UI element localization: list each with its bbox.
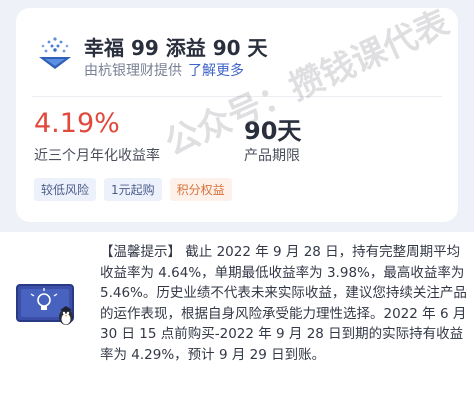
learn-more-link[interactable]: 了解更多 [188, 63, 244, 79]
term-value: 90天 [244, 117, 302, 145]
tips-text: 【温馨提示】 截止 2022 年 9 月 28 日，持有完整周期平均收益率为 4… [100, 244, 467, 363]
min-purchase-tag: 1元起购 [104, 178, 162, 201]
watermark: 公众号：攒钱课代表 [159, 2, 456, 164]
yield-rate-value: 4.19% [34, 108, 120, 139]
risk-tag: 较低风险 [34, 178, 97, 201]
provider-row: 由杭银理财提供 了解更多 [84, 60, 244, 80]
tips-panel: 【温馨提示】 截止 2022 年 9 月 28 日，持有完整周期平均收益率为 4… [0, 232, 474, 400]
tag-row: 较低风险 1元起购 积分权益 [34, 178, 232, 201]
yield-rate-label: 近三个月年化收益率 [34, 148, 160, 164]
provider-text: 由杭银理财提供 [84, 63, 182, 79]
product-card[interactable]: 幸福 99 添益 90 天 由杭银理财提供 了解更多 4.19% 近三个月年化收益… [16, 3, 458, 222]
term-label: 产品期限 [244, 148, 300, 164]
chalkboard-lightbulb-icon [16, 284, 74, 325]
points-tag: 积分权益 [169, 178, 232, 201]
product-title: 幸福 99 添益 90 天 [84, 36, 268, 60]
divider [32, 96, 442, 97]
hangyin-logo-icon [39, 37, 71, 69]
